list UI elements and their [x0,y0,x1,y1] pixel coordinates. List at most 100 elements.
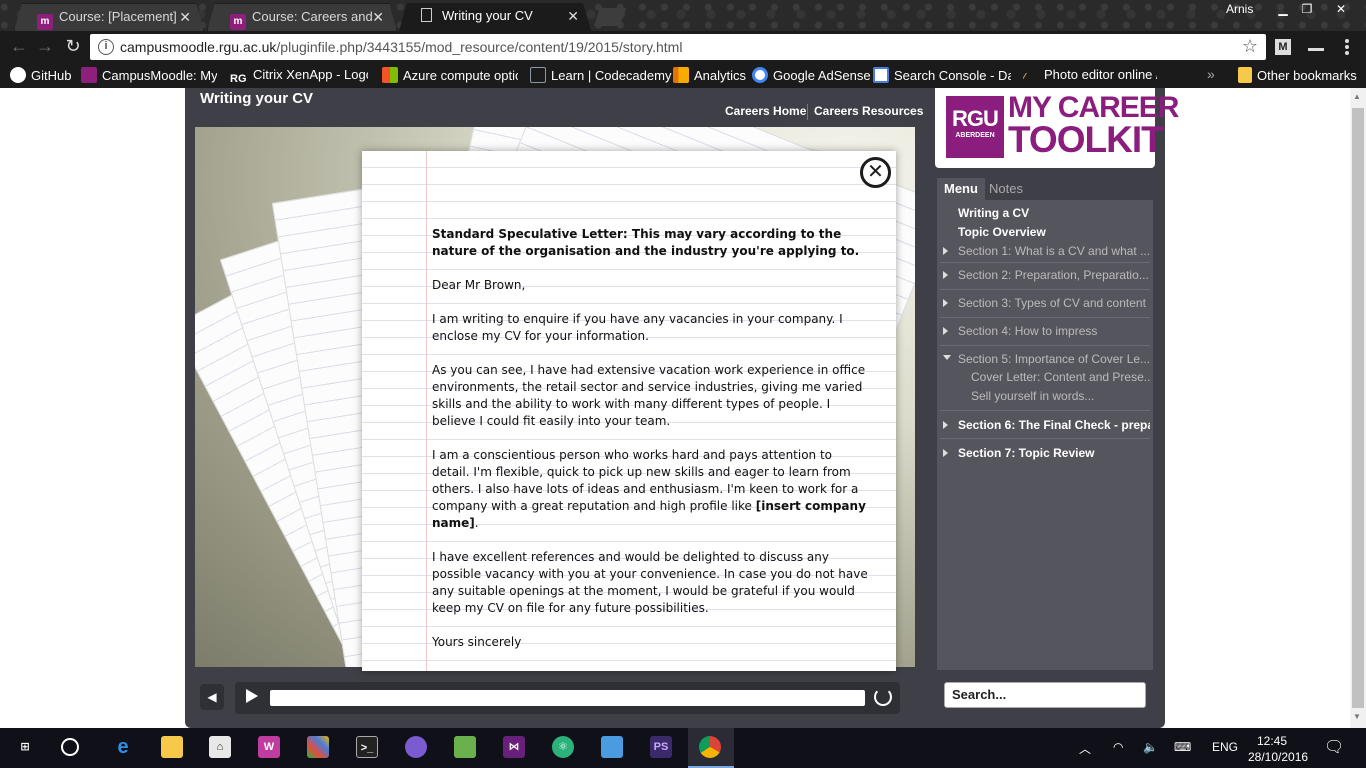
scroll-down-icon[interactable]: ▼ [1353,712,1361,721]
language-indicator[interactable]: ENG [1212,740,1238,754]
close-tab-icon[interactable]: ✕ [179,4,191,30]
scroll-thumb[interactable] [1352,108,1364,708]
visual-studio-icon[interactable]: ⋈ [503,736,525,758]
menu-item-section-4[interactable]: Section 4: How to impress [958,324,1150,338]
virtualbox-icon[interactable] [601,736,623,758]
tab-careers[interactable]: m Course: Careers and Emp ✕ [207,3,397,31]
other-bookmarks[interactable]: Other bookmarks [1238,67,1357,83]
expand-arrow-icon[interactable] [943,449,948,457]
letter-closing: Yours sincerely [432,635,522,649]
scroll-up-icon[interactable]: ▲ [1353,92,1361,101]
page-scrollbar[interactable]: ▲ ▼ [1350,88,1366,728]
address-bar[interactable]: i campusmoodle.rgu.ac.uk/pluginfile.php/… [90,34,1266,60]
menu-divider [940,438,1150,439]
close-tab-icon[interactable]: ✕ [372,4,384,30]
tab-placement[interactable]: m Course: [Placement] Des ✕ [14,3,204,31]
forward-icon[interactable]: → [34,36,56,58]
terminal-icon[interactable]: >_ [356,736,378,758]
phpstorm-icon[interactable]: PS [650,736,672,758]
edge-icon[interactable]: e [112,736,134,758]
menu-item-section-5[interactable]: Section 5: Importance of Cover Le... [958,352,1150,366]
keyboard-icon[interactable]: ⌨ [1174,740,1191,754]
seek-bar[interactable] [270,690,865,706]
chrome-menu-icon[interactable] [1340,39,1354,55]
careers-home-link[interactable]: Careers Home [725,104,806,118]
bookmark-star-icon[interactable]: ☆ [1242,36,1258,57]
bookmark-photo-editor[interactable]: ⁄ Photo editor online / [1023,67,1157,86]
restore-icon[interactable]: ❐ [1294,0,1320,20]
wifi-icon[interactable]: ◠ [1113,740,1123,754]
menu-item-section-6[interactable]: Section 6: The Final Check - prepa... [958,418,1150,432]
menu-item-writing-cv[interactable]: Writing a CV [958,206,1150,220]
profile-name[interactable]: Arnis [1226,2,1253,16]
volume-icon[interactable]: ◀ [200,684,224,710]
back-icon[interactable]: ← [8,36,30,58]
browser-toolbar: ← → ↻ i campusmoodle.rgu.ac.uk/pluginfil… [0,31,1366,63]
tab-writing-cv[interactable]: Writing your CV ✕ [399,3,591,31]
bookmark-azure[interactable]: Azure compute option [382,67,518,83]
logo-line2: TOOLKIT [1008,119,1164,160]
tray-chevron-icon[interactable]: ︿ [1079,740,1091,757]
github-desktop-icon[interactable] [405,736,427,758]
careers-resources-link[interactable]: Careers Resources [814,104,923,118]
tab-menu[interactable]: Menu [937,178,985,200]
menu-subitem-sell-yourself[interactable]: Sell yourself in words... [971,389,1151,403]
tab-label: Course: Careers and Emp [252,9,372,24]
bookmark-analytics[interactable]: Analytics [673,67,746,83]
system-clock[interactable]: 12:45 28/10/2016 [1248,733,1308,765]
menu-subitem-cover-letter[interactable]: Cover Letter: Content and Prese... [971,370,1151,384]
wamp-icon[interactable]: W [258,736,280,758]
search-console-icon [873,67,889,83]
atom-icon[interactable]: ⚛ [552,736,574,758]
extension-dash-icon[interactable] [1308,48,1324,51]
file-explorer-icon[interactable] [161,736,183,758]
notifications-icon[interactable]: 🗨 [1324,737,1344,757]
expand-arrow-icon[interactable] [943,271,948,279]
close-icon[interactable]: ✕ [860,157,891,188]
menu-item-section-3[interactable]: Section 3: Types of CV and content [958,296,1150,310]
menu-item-section-1[interactable]: Section 1: What is a CV and what ... [958,244,1150,258]
more-bookmarks-chevron[interactable]: » [1207,66,1215,82]
bookmark-search-console[interactable]: Search Console - Dash [873,67,1011,83]
career-toolkit-logo: MY CAREER TOOLKIT [1008,92,1179,160]
bookmark-citrix[interactable]: RG Citrix XenApp - Logon [230,67,368,89]
git-icon[interactable] [307,736,329,758]
bookmark-label: GitHub [31,68,72,83]
bookmark-label: Learn | Codecademy [551,68,672,83]
bookmark-label: Photo editor online / [1044,67,1157,82]
expand-arrow-icon[interactable] [943,299,948,307]
menu-item-section-2[interactable]: Section 2: Preparation, Preparatio... [958,268,1150,282]
notepad-icon[interactable] [454,736,476,758]
letter-content: Standard Speculative Letter: This may va… [432,226,872,668]
reload-icon[interactable]: ↻ [62,36,84,58]
play-icon[interactable] [246,689,258,703]
chrome-icon[interactable] [699,736,721,758]
letter-paragraph: As you can see, I have had extensive vac… [432,363,866,428]
menu-item-section-7[interactable]: Section 7: Topic Review [958,446,1150,460]
bookmark-codecademy[interactable]: Learn | Codecademy [530,67,671,83]
expand-arrow-icon[interactable] [943,421,948,429]
bookmark-github[interactable]: GitHub [10,67,71,83]
expand-arrow-icon[interactable] [943,247,948,255]
menu-divider [940,345,1150,346]
info-icon[interactable]: i [98,39,114,55]
bookmark-campusmoodle[interactable]: CampusMoodle: My M [81,67,217,83]
window-close-icon[interactable]: ✕ [1328,0,1354,20]
search-input[interactable]: Search... [944,682,1146,708]
minimize-icon[interactable]: ▁ [1270,0,1296,20]
brush-icon: ⁄ [1023,70,1026,85]
bookmark-adsense[interactable]: Google AdSense [752,67,871,83]
expand-arrow-icon[interactable] [943,327,948,335]
volume-muted-icon[interactable]: 🔈 [1143,740,1158,754]
store-icon[interactable]: ⌂ [209,736,231,758]
bookmark-label: Google AdSense [773,68,871,83]
close-tab-icon[interactable]: ✕ [567,3,579,29]
extension-icon[interactable]: M [1275,39,1291,55]
moodle-icon [81,67,97,83]
cortana-icon[interactable] [61,738,79,756]
menu-item-topic-overview[interactable]: Topic Overview [958,225,1150,239]
collapse-arrow-icon[interactable] [943,355,951,360]
windows-start-icon[interactable]: ⊞ [14,736,36,758]
tab-notes[interactable]: Notes [982,178,1030,200]
replay-icon[interactable] [874,688,892,706]
